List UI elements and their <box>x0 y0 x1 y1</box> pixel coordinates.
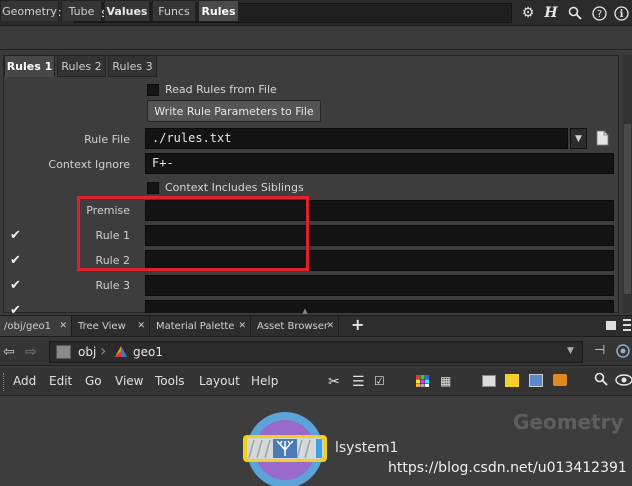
search-icon[interactable] <box>565 3 585 23</box>
lsystem-node[interactable] <box>240 406 335 486</box>
color-palette-icon[interactable] <box>416 375 429 387</box>
drag-handle[interactable] <box>3 373 6 391</box>
read-rules-checkbox[interactable] <box>147 84 159 96</box>
help-icon[interactable]: ? <box>589 3 609 23</box>
rule4-enable-checkmark-icon[interactable]: ✔ <box>10 303 21 313</box>
node-label: lsystem1 <box>335 440 399 456</box>
file-chooser-icon[interactable] <box>596 130 610 146</box>
back-arrow-icon[interactable]: ⇦ <box>3 344 15 360</box>
tab-rules-3[interactable]: Rules 3 <box>108 55 157 77</box>
network-box-icon[interactable] <box>482 375 496 387</box>
help-h-icon[interactable]: H <box>541 3 561 23</box>
tab-values[interactable]: Values <box>104 0 150 21</box>
tab-tube[interactable]: Tube <box>61 0 102 21</box>
menu-layout[interactable]: Layout <box>199 374 240 388</box>
grid-icon[interactable]: ▦ <box>440 374 451 388</box>
path-dropdown-chevron-down-icon[interactable]: ▼ <box>567 346 574 356</box>
close-icon[interactable]: ✕ <box>137 321 145 331</box>
rule-file-label: Rule File <box>84 133 130 146</box>
overlay-url-text: https://blog.csdn.net/u013412391 <box>388 460 627 476</box>
geo-node-icon <box>114 345 128 359</box>
close-icon[interactable]: ✕ <box>326 321 334 331</box>
path-field[interactable] <box>49 341 583 363</box>
highlight-box <box>77 196 309 271</box>
tab-rules[interactable]: Rules <box>198 0 239 21</box>
tab-funcs[interactable]: Funcs <box>152 0 196 21</box>
tab-tree-view[interactable]: Tree View ✕ <box>74 316 150 336</box>
svg-text:?: ? <box>596 9 601 20</box>
menu-tools[interactable]: Tools <box>155 374 185 388</box>
read-rules-label: Read Rules from File <box>165 83 277 96</box>
tab-obj-geo1[interactable]: /obj/geo1 ✕ <box>0 316 72 336</box>
list-icon[interactable]: ☰ <box>352 374 365 390</box>
tab-rules-1[interactable]: Rules 1 <box>4 55 55 77</box>
checklist-icon[interactable]: ☑ <box>374 374 385 388</box>
context-ignore-label: Context Ignore <box>48 158 130 171</box>
svg-text:i: i <box>619 9 623 20</box>
tab-asset-browser-label: Asset Browser <box>257 320 329 332</box>
menu-edit[interactable]: Edit <box>49 374 72 388</box>
rule3-field[interactable] <box>145 275 614 296</box>
eye-icon[interactable] <box>615 372 632 388</box>
tab-rules-2[interactable]: Rules 2 <box>57 55 106 77</box>
maximize-pane-icon[interactable] <box>606 321 616 330</box>
bundle-icon[interactable] <box>553 374 567 386</box>
path-obj[interactable]: obj <box>78 345 96 359</box>
rule3-label: Rule 3 <box>95 279 130 292</box>
forward-arrow-icon[interactable]: ⇨ <box>25 344 37 360</box>
path-geo[interactable]: geo1 <box>133 345 163 359</box>
path-separator-icon: › <box>100 341 107 360</box>
link-icon[interactable] <box>615 343 631 359</box>
context-siblings-label: Context Includes Siblings <box>165 181 304 194</box>
parameter-tabs <box>0 29 632 50</box>
menu-view[interactable]: View <box>115 374 143 388</box>
sticky-note-icon[interactable] <box>505 374 519 387</box>
tools-icon[interactable]: ✂ <box>328 374 340 390</box>
pane-menu-icon[interactable] <box>621 318 632 332</box>
tab-obj-geo1-label: /obj/geo1 <box>4 320 51 332</box>
menu-help[interactable]: Help <box>251 374 278 388</box>
info-icon[interactable]: i <box>611 3 631 23</box>
obj-context-icon <box>56 345 71 359</box>
tab-material-palette-label: Material Palette <box>156 320 235 332</box>
pane-resize-handle[interactable]: ▲ <box>280 308 330 315</box>
tab-geometry[interactable]: Geometry <box>0 0 59 21</box>
close-icon[interactable]: ✕ <box>59 321 67 331</box>
image-icon[interactable] <box>529 374 543 387</box>
menu-add[interactable]: Add <box>13 374 36 388</box>
tab-asset-browser[interactable]: Asset Browser ✕ <box>253 316 339 336</box>
tab-material-palette[interactable]: Material Palette ✕ <box>152 316 251 336</box>
close-icon[interactable]: ✕ <box>238 321 246 331</box>
node-display-flag[interactable] <box>316 439 322 458</box>
context-siblings-checkbox[interactable] <box>147 182 159 194</box>
search-icon[interactable] <box>594 372 610 388</box>
context-ignore-field[interactable]: F+- <box>145 153 614 174</box>
scrollbar-thumb[interactable] <box>624 124 631 294</box>
chevron-down-icon[interactable]: ▼ <box>570 128 587 149</box>
menu-go[interactable]: Go <box>85 374 102 388</box>
tab-tree-view-label: Tree View <box>78 320 126 332</box>
context-watermark: Geometry <box>513 410 624 434</box>
pin-icon[interactable]: ⊣ <box>594 343 605 358</box>
rule-file-field[interactable]: ./rules.txt <box>145 128 568 149</box>
rule4-field[interactable] <box>145 300 614 313</box>
add-tab-icon[interactable]: + <box>351 315 364 334</box>
gear-icon[interactable]: ⚙ <box>518 3 538 23</box>
write-rule-parameters-button[interactable]: Write Rule Parameters to File <box>147 100 321 122</box>
